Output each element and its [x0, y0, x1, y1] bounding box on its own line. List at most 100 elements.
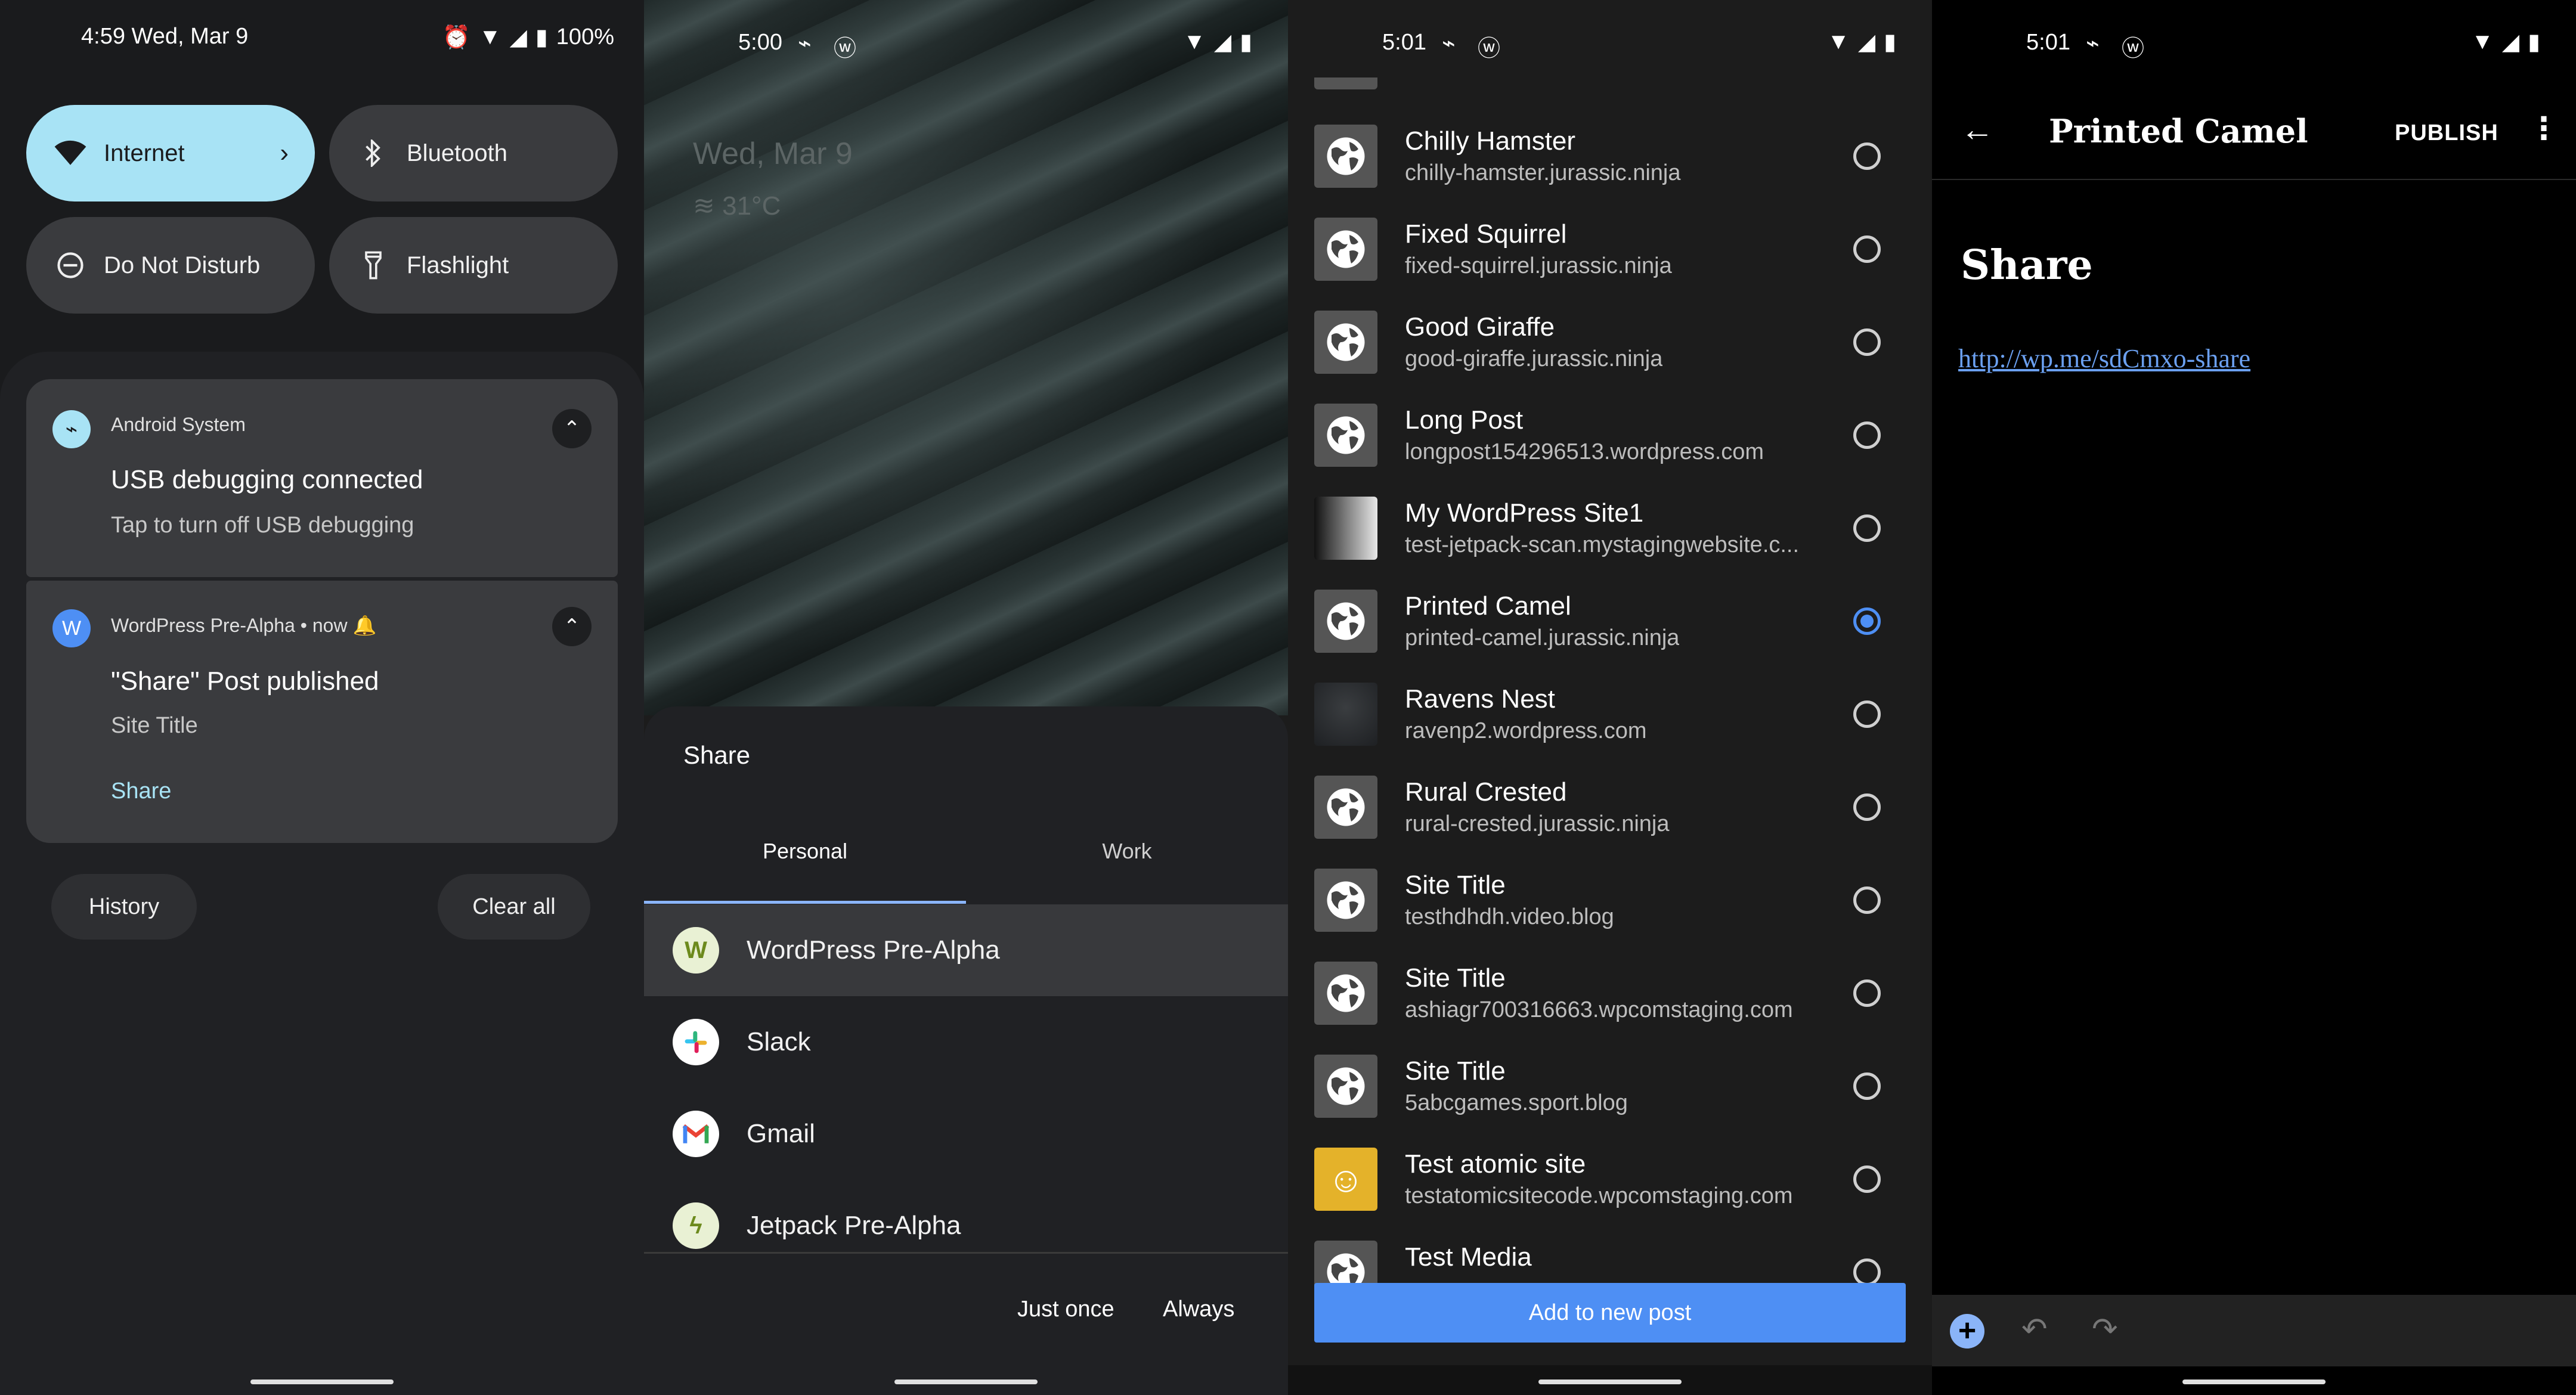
- site-radio[interactable]: [1853, 142, 1881, 170]
- redo-icon[interactable]: ↷: [2092, 1312, 2118, 1347]
- fog-icon: ≋: [693, 191, 715, 221]
- share-action-button[interactable]: Share: [111, 779, 171, 804]
- site-row[interactable]: Printed Camel printed-camel.jurassic.ninj…: [1288, 570, 1932, 663]
- site-url: fixed-squirrel.jurassic.ninja: [1405, 253, 1672, 278]
- share-sheet-screen: 5:00 ⌁ ⓦ ▼ ◢ ▮ Wed, Mar 9 ≋ 31°C Share P…: [644, 0, 1288, 1395]
- site-name: My WordPress Site1: [1405, 498, 1644, 528]
- share-target-label: Jetpack Pre-Alpha: [747, 1211, 961, 1240]
- undo-icon[interactable]: ↶: [2021, 1312, 2048, 1347]
- publish-button[interactable]: PUBLISH: [2395, 120, 2498, 146]
- android-system-icon: ⌁: [52, 410, 91, 448]
- notification-usb-debugging[interactable]: ⌁ Android System ⌃ USB debugging connect…: [26, 379, 618, 577]
- site-row[interactable]: Site Title ashiagr700316663.wpcomstaging.…: [1288, 942, 1932, 1035]
- wifi-icon: ▼: [1827, 29, 1850, 54]
- site-url: good-giraffe.jurassic.ninja: [1405, 346, 1663, 371]
- share-target-wordpress[interactable]: W WordPress Pre-Alpha: [644, 904, 1288, 996]
- site-radio[interactable]: [1853, 1165, 1881, 1193]
- just-once-button[interactable]: Just once: [1017, 1297, 1114, 1322]
- site-radio[interactable]: [1853, 979, 1881, 1007]
- notification-body: Tap to turn off USB debugging: [111, 513, 414, 538]
- share-target-slack[interactable]: Slack: [644, 996, 1288, 1088]
- status-time: 5:01: [1382, 30, 1426, 55]
- status-bar: 5:01 ⌁ ⓦ ▼ ◢ ▮: [1932, 0, 2576, 78]
- notification-shade-screen: 4:59 Wed, Mar 9 ⏰ ▼ ◢ ▮ 100% Internet › …: [0, 0, 644, 1395]
- site-row[interactable]: ☺ Test atomic site testatomicsitecode.wpco…: [1288, 1128, 1932, 1221]
- notification-wordpress[interactable]: W WordPress Pre-Alpha • now 🔔 ⌃ "Share" …: [26, 581, 618, 843]
- tile-bluetooth[interactable]: Bluetooth: [329, 105, 618, 202]
- site-url: testhdhdh.video.blog: [1405, 904, 1614, 929]
- back-arrow-icon[interactable]: ←: [1961, 110, 1994, 148]
- site-radio[interactable]: [1853, 700, 1881, 728]
- tab-work[interactable]: Work: [966, 839, 1288, 864]
- site-url: chilly-hamster.jurassic.ninja: [1405, 160, 1681, 185]
- app-bar: ← Printed Camel PUBLISH ⋮: [1932, 78, 2576, 180]
- status-bar: 5:01 ⌁ ⓦ ▼ ◢ ▮: [1288, 0, 1932, 78]
- alarm-icon: ⏰: [442, 24, 471, 50]
- tile-do-not-disturb[interactable]: Do Not Disturb: [26, 217, 315, 314]
- site-radio[interactable]: [1853, 421, 1881, 449]
- flashlight-icon: [355, 251, 391, 280]
- site-row[interactable]: Fixed Squirrel fixed-squirrel.jurassic.ni…: [1288, 198, 1932, 291]
- site-name: Long Post: [1405, 405, 1524, 435]
- tab-personal[interactable]: Personal: [644, 839, 966, 864]
- globe-icon: [1314, 776, 1377, 839]
- site-row[interactable]: Good Giraffe good-giraffe.jurassic.ninja: [1288, 291, 1932, 384]
- site-radio[interactable]: [1853, 1258, 1881, 1286]
- globe-icon: [1314, 404, 1377, 467]
- site-url: rural-crested.jurassic.ninja: [1405, 811, 1670, 836]
- site-radio[interactable]: [1853, 886, 1881, 914]
- share-target-label: Gmail: [747, 1119, 815, 1148]
- tile-internet[interactable]: Internet ›: [26, 105, 315, 202]
- share-bottom-sheet: Share Personal Work W WordPress Pre-Alph…: [644, 706, 1288, 1395]
- post-title[interactable]: Share: [1961, 241, 2093, 289]
- site-row[interactable]: Chilly Hamster chilly-hamster.jurassic.ni…: [1288, 105, 1932, 198]
- site-row[interactable]: Rural Crested rural-crested.jurassic.ninj…: [1288, 756, 1932, 849]
- collapse-icon[interactable]: ⌃: [552, 607, 592, 646]
- always-button[interactable]: Always: [1163, 1297, 1234, 1322]
- globe-icon: [1314, 311, 1377, 374]
- site-row[interactable]: Long Post longpost154296513.wordpress.com: [1288, 384, 1932, 477]
- site-image: [1314, 497, 1377, 560]
- tab-indicator: [644, 901, 966, 904]
- more-options-icon[interactable]: ⋮: [2528, 111, 2559, 147]
- tile-flashlight[interactable]: Flashlight: [329, 217, 618, 314]
- battery-percent: 100%: [556, 24, 614, 49]
- chevron-right-icon: ›: [280, 138, 289, 168]
- tile-label: Internet: [104, 140, 185, 166]
- site-radio[interactable]: [1853, 235, 1881, 263]
- tile-label: Do Not Disturb: [104, 252, 261, 278]
- site-radio[interactable]: [1853, 328, 1881, 356]
- site-avatar-partial: [1314, 78, 1377, 89]
- gesture-nav-bar[interactable]: [250, 1380, 394, 1384]
- clear-all-button[interactable]: Clear all: [438, 874, 590, 940]
- wallpaper: [644, 0, 1288, 715]
- site-name: Site Title: [1405, 1056, 1506, 1086]
- add-to-new-post-button[interactable]: Add to new post: [1314, 1283, 1906, 1343]
- site-row[interactable]: Site Title testhdhdh.video.blog: [1288, 849, 1932, 942]
- site-row[interactable]: Ravens Nest ravenp2.wordpress.com: [1288, 663, 1932, 756]
- add-block-icon[interactable]: +: [1950, 1314, 1984, 1348]
- gesture-nav-bar[interactable]: [1538, 1380, 1682, 1384]
- battery-icon: ▮: [535, 25, 548, 50]
- smiley-image: ☺: [1314, 1148, 1377, 1211]
- site-radio[interactable]: [1853, 793, 1881, 821]
- collapse-icon[interactable]: ⌃: [552, 409, 592, 448]
- site-radio[interactable]: [1853, 607, 1881, 635]
- tile-label: Flashlight: [407, 252, 509, 278]
- post-link[interactable]: http://wp.me/sdCmxo-share: [1958, 343, 2250, 374]
- history-button[interactable]: History: [51, 874, 197, 940]
- share-target-gmail[interactable]: Gmail: [644, 1088, 1288, 1180]
- gesture-nav-bar[interactable]: [894, 1380, 1038, 1384]
- site-url: longpost154296513.wordpress.com: [1405, 439, 1764, 464]
- wordpress-icon: W: [673, 927, 719, 974]
- site-name: Test Media: [1405, 1242, 1532, 1272]
- gesture-nav-bar[interactable]: [2182, 1380, 2326, 1384]
- share-target-jetpack[interactable]: ϟ Jetpack Pre-Alpha: [644, 1180, 1288, 1272]
- globe-icon: [1314, 590, 1377, 653]
- site-row[interactable]: Site Title 5abcgames.sport.blog: [1288, 1035, 1932, 1128]
- signal-icon: ◢: [509, 25, 527, 50]
- site-row[interactable]: My WordPress Site1 test-jetpack-scan.myst…: [1288, 477, 1932, 570]
- editor-toolbar: + ↶ ↷: [1932, 1295, 2576, 1366]
- site-radio[interactable]: [1853, 1072, 1881, 1100]
- site-radio[interactable]: [1853, 514, 1881, 542]
